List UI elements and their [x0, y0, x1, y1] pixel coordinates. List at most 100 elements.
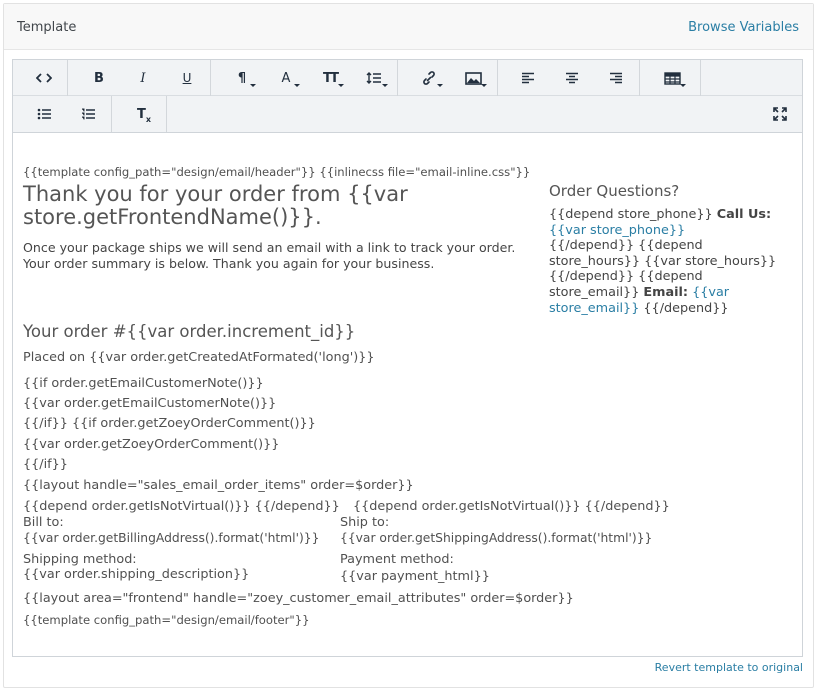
underline-icon: U	[182, 71, 192, 85]
ship-to-value: {{var order.getShippingAddress().format(…	[340, 531, 653, 545]
font-size-button[interactable]: TT	[317, 67, 344, 89]
toolbar-row-1: B I U ¶ A TT	[13, 60, 802, 96]
source-code-icon	[36, 73, 52, 83]
bill-to-value: {{var order.getBillingAddress().format('…	[23, 531, 320, 545]
order-title: Your order #{{var order.increment_id}}	[23, 322, 356, 341]
depend-right: {{depend order.getIsNotVirtual()}} {{/de…	[353, 499, 670, 514]
align-left-icon	[522, 72, 534, 84]
bullet-list-button[interactable]	[31, 103, 57, 125]
depend-left: {{depend order.getIsNotVirtual()}} {{/de…	[23, 499, 340, 514]
toolbar-group-clear: Tx	[112, 96, 167, 132]
italic-icon: I	[140, 70, 146, 86]
toolbar-group-format: B I U	[68, 60, 211, 96]
table-icon	[663, 71, 681, 85]
underline-button[interactable]: U	[174, 67, 200, 89]
template-editor: B I U ¶ A TT Tx {{template config_path="…	[12, 59, 803, 657]
toolbar-group-text: ¶ A TT	[211, 60, 398, 96]
order-questions-block: {{depend store_phone}} Call Us: {{var st…	[549, 207, 776, 316]
oq-line-4: store_hours}} {{var store_hours}}	[549, 253, 777, 269]
align-left-button[interactable]	[515, 67, 541, 89]
italic-button[interactable]: I	[130, 67, 156, 89]
intro-text: Once your package ships we will send an …	[23, 240, 515, 272]
oq-line-6: store_email}}	[549, 284, 644, 300]
template-line: {{layout handle="sales_email_order_items…	[23, 478, 414, 493]
placed-on-line: Placed on {{var order.getCreatedAtFormat…	[23, 350, 375, 365]
store-phone-link[interactable]: {{var store_phone}}	[549, 223, 685, 238]
oq-line-7-suffix: {{/depend}}	[639, 300, 729, 316]
store-email-link-start[interactable]: {{var	[692, 285, 729, 300]
chevron-down-icon	[382, 84, 388, 87]
order-questions-title: Order Questions?	[549, 182, 680, 200]
align-center-icon	[566, 72, 578, 84]
image-button[interactable]	[460, 67, 487, 89]
oq-line-5: {{/depend}} {{depend	[549, 269, 703, 285]
image-icon	[464, 71, 482, 85]
store-email-link-end[interactable]: store_email}}	[549, 301, 639, 316]
align-right-icon	[610, 72, 622, 84]
intro-line-2: Your order summary is below. Thank you a…	[23, 256, 435, 271]
paragraph-format-button[interactable]: ¶	[229, 67, 256, 89]
line-height-icon	[366, 72, 381, 84]
toolbar-group-insert	[398, 60, 498, 96]
thank-you-line-1: Thank you for your order from {{var	[23, 182, 408, 206]
clear-formatting-icon: Tx	[136, 106, 152, 124]
bold-button[interactable]: B	[86, 67, 112, 89]
chevron-down-icon	[680, 84, 686, 87]
revert-template-link[interactable]: Revert template to original	[655, 661, 803, 674]
thank-you-line-2: store.getFrontendName()}}.	[23, 205, 322, 229]
call-us-label: Call Us:	[716, 207, 772, 222]
intro-line-1: Once your package ships we will send an …	[23, 240, 516, 255]
font-color-icon: A	[281, 70, 291, 86]
clear-formatting-button[interactable]: Tx	[131, 103, 157, 125]
chevron-down-icon	[338, 84, 344, 87]
toolbar-group-table	[640, 60, 701, 96]
numbered-list-icon	[81, 108, 95, 120]
panel-header: Template Browse Variables	[4, 4, 813, 50]
template-line: {{/if}}	[23, 457, 68, 472]
ship-to-label: Ship to:	[340, 515, 390, 530]
chevron-down-icon	[437, 84, 443, 87]
bold-icon: B	[94, 70, 104, 86]
link-icon	[423, 71, 435, 85]
payment-method-value: {{var payment_html}}	[340, 569, 490, 584]
header-template-line: {{template config_path="design/email/hea…	[23, 165, 531, 179]
font-color-button[interactable]: A	[273, 67, 300, 89]
bill-to-label: Bill to:	[23, 515, 64, 530]
line-height-button[interactable]	[361, 67, 388, 89]
chevron-down-icon	[481, 84, 487, 87]
oq-line-1: {{depend store_phone}}	[549, 207, 717, 222]
align-center-button[interactable]	[559, 67, 585, 89]
toolbar-group-lists	[13, 96, 112, 132]
layout-frontend-line: {{layout area="frontend" handle="zoey_cu…	[23, 591, 574, 606]
toolbar-group-align	[498, 60, 640, 96]
toolbar-group-source	[13, 60, 68, 96]
shipping-method-value: {{var order.shipping_description}}	[23, 567, 250, 582]
editor-content[interactable]: {{template config_path="design/email/hea…	[13, 134, 802, 656]
fullscreen-icon	[773, 107, 787, 121]
footer-template-line: {{template config_path="design/email/foo…	[23, 613, 310, 627]
thank-you-heading: Thank you for your order from {{var stor…	[23, 183, 408, 229]
toolbar-row-2: Tx	[13, 96, 802, 132]
template-line: {{var order.getZoeyOrderComment()}}	[23, 437, 280, 452]
template-line: {{var order.getEmailCustomerNote()}}	[23, 396, 277, 411]
fullscreen-button[interactable]	[767, 103, 793, 125]
source-code-button[interactable]	[31, 67, 57, 89]
email-label: Email:	[643, 284, 689, 300]
template-line: {{if order.getEmailCustomerNote()}}	[23, 376, 264, 391]
link-button[interactable]	[416, 67, 443, 89]
numbered-list-button[interactable]	[75, 103, 101, 125]
font-size-icon: TT	[322, 70, 339, 86]
editor-toolbar: B I U ¶ A TT Tx	[13, 60, 802, 133]
chevron-down-icon	[250, 84, 256, 87]
panel-title: Template	[17, 20, 77, 35]
bullet-list-icon	[37, 108, 51, 120]
browse-variables-link[interactable]: Browse Variables	[688, 20, 799, 35]
shipping-method-label: Shipping method:	[23, 552, 137, 567]
payment-method-label: Payment method:	[340, 552, 454, 567]
align-right-button[interactable]	[603, 67, 629, 89]
template-line: {{/if}} {{if order.getZoeyOrderComment()…	[23, 416, 316, 431]
chevron-down-icon	[294, 84, 300, 87]
paragraph-format-icon: ¶	[237, 70, 247, 86]
table-button[interactable]	[659, 67, 686, 89]
oq-line-3: {{/depend}} {{depend	[549, 238, 703, 254]
